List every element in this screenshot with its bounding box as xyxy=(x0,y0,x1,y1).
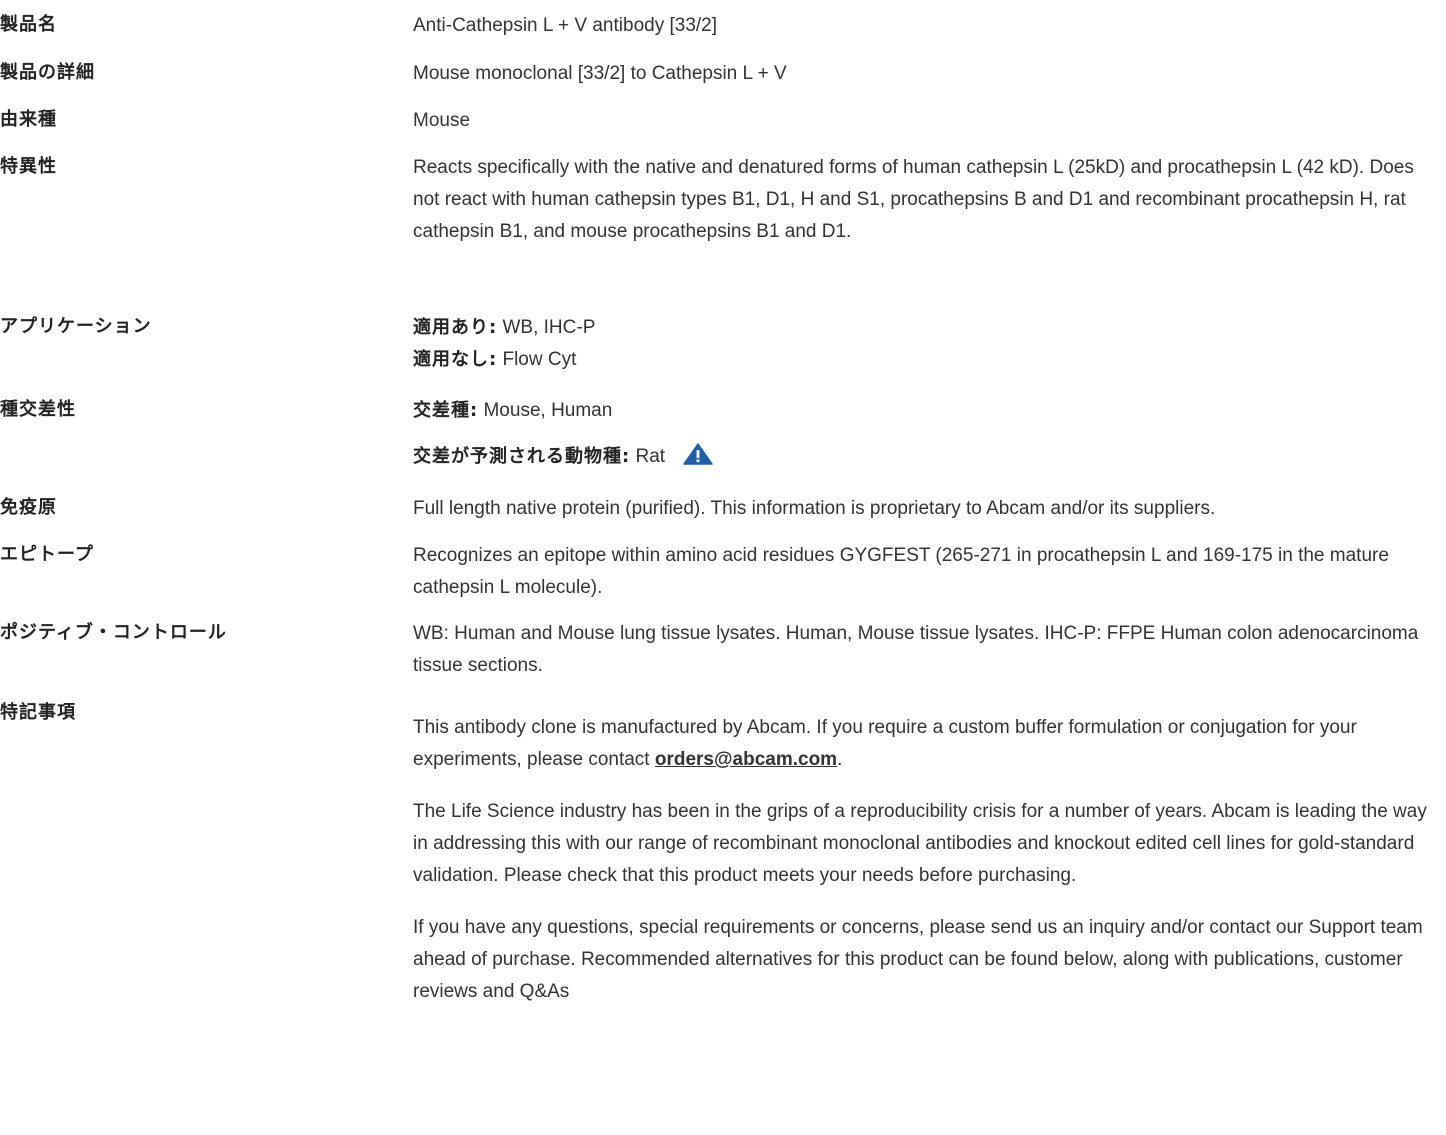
epitope-label: エピトープ xyxy=(0,544,94,565)
product-name-label: 製品名 xyxy=(0,14,57,35)
predicted-reactivity-label: 交差が予測される動物種: xyxy=(413,446,631,467)
application-unsuited-value: Flow Cyt xyxy=(497,349,577,370)
notes-paragraph-1: This antibody clone is manufactured by A… xyxy=(413,712,1442,776)
predicted-reactivity-value: Rat xyxy=(630,446,666,467)
row-notes: 特記事項 This antibody clone is manufactured… xyxy=(0,698,1446,1008)
epitope-value: Recognizes an epitope within amino acid … xyxy=(413,545,1389,598)
application-unsuited-label: 適用なし: xyxy=(413,349,498,370)
product-name-value: Anti-Cathepsin L + V antibody [33/2] xyxy=(413,15,718,36)
notes-label: 特記事項 xyxy=(0,702,76,723)
application-suited-label: 適用あり: xyxy=(413,317,498,338)
row-host-species: 由来種 Mouse xyxy=(0,105,1446,152)
positive-control-label: ポジティブ・コントロール xyxy=(0,622,227,643)
application-value: 適用あり: WB, IHC-P 適用なし: Flow Cyt xyxy=(413,312,1446,376)
product-spec-table: 製品名 Anti-Cathepsin L + V antibody [33/2]… xyxy=(0,0,1446,1008)
row-positive-control: ポジティブ・コントロール WB: Human and Mouse lung ti… xyxy=(0,618,1446,698)
warning-triangle-icon[interactable] xyxy=(683,443,713,476)
row-immunogen: 免疫原 Full length native protein (purified… xyxy=(0,493,1446,540)
row-epitope: エピトープ Recognizes an epitope within amino… xyxy=(0,540,1446,618)
row-specificity: 特異性 Reacts specifically with the native … xyxy=(0,152,1446,312)
reacts-with-value: Mouse, Human xyxy=(478,400,613,421)
application-unsuited-line: 適用なし: Flow Cyt xyxy=(413,344,1442,376)
notes-p1-text: This antibody clone is manufactured by A… xyxy=(413,717,1357,770)
product-detail-value: Mouse monoclonal [33/2] to Cathepsin L +… xyxy=(413,63,787,84)
product-detail-label: 製品の詳細 xyxy=(0,62,95,83)
immunogen-label: 免疫原 xyxy=(0,497,57,518)
row-product-detail: 製品の詳細 Mouse monoclonal [33/2] to Catheps… xyxy=(0,58,1446,105)
notes-paragraph-3: If you have any questions, special requi… xyxy=(413,917,1423,1002)
reacts-with-line: 交差種: Mouse, Human xyxy=(413,395,1442,427)
reacts-with-label: 交差種: xyxy=(413,400,479,421)
specificity-value: Reacts specifically with the native and … xyxy=(413,157,1414,242)
orders-email-link[interactable]: orders@abcam.com xyxy=(655,749,837,770)
immunogen-value: Full length native protein (purified). T… xyxy=(413,498,1216,519)
predicted-reactivity-line: 交差が予測される動物種: Rat xyxy=(413,441,1442,476)
row-product-name: 製品名 Anti-Cathepsin L + V antibody [33/2] xyxy=(0,0,1446,58)
specificity-label: 特異性 xyxy=(0,156,57,177)
row-species-reactivity: 種交差性 交差種: Mouse, Human 交差が予測される動物種: Rat xyxy=(0,395,1446,493)
species-reactivity-label: 種交差性 xyxy=(0,399,76,420)
application-label: アプリケーション xyxy=(0,316,152,337)
host-species-value: Mouse xyxy=(413,110,471,131)
application-suited-value: WB, IHC-P xyxy=(497,317,596,338)
notes-p1-end: . xyxy=(837,749,843,770)
host-species-label: 由来種 xyxy=(0,109,57,130)
positive-control-value: WB: Human and Mouse lung tissue lysates.… xyxy=(413,623,1419,676)
species-reactivity-value: 交差種: Mouse, Human 交差が予測される動物種: Rat xyxy=(413,395,1446,476)
application-suited-line: 適用あり: WB, IHC-P xyxy=(413,312,1442,344)
notes-value: This antibody clone is manufactured by A… xyxy=(413,698,1446,1008)
notes-paragraph-2: The Life Science industry has been in th… xyxy=(413,801,1427,886)
row-application: アプリケーション 適用あり: WB, IHC-P 適用なし: Flow Cyt xyxy=(0,312,1446,395)
